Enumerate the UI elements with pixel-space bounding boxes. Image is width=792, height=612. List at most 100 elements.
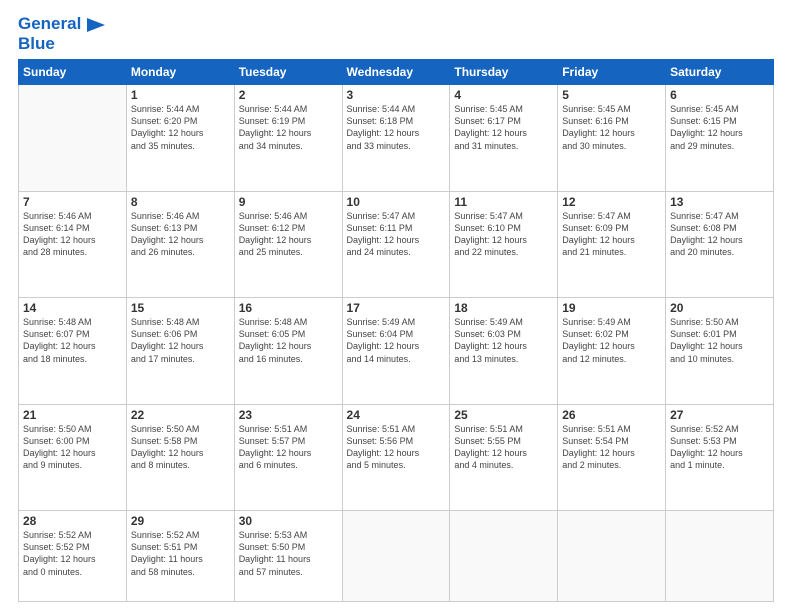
calendar-cell: 11Sunrise: 5:47 AM Sunset: 6:10 PM Dayli… (450, 191, 558, 298)
weekday-header-tuesday: Tuesday (234, 60, 342, 85)
calendar-cell: 16Sunrise: 5:48 AM Sunset: 6:05 PM Dayli… (234, 298, 342, 405)
weekday-header-friday: Friday (558, 60, 666, 85)
calendar-cell: 29Sunrise: 5:52 AM Sunset: 5:51 PM Dayli… (126, 511, 234, 602)
day-info: Sunrise: 5:50 AM Sunset: 5:58 PM Dayligh… (131, 423, 230, 472)
calendar-cell: 30Sunrise: 5:53 AM Sunset: 5:50 PM Dayli… (234, 511, 342, 602)
day-info: Sunrise: 5:44 AM Sunset: 6:20 PM Dayligh… (131, 103, 230, 152)
calendar-cell (342, 511, 450, 602)
day-info: Sunrise: 5:52 AM Sunset: 5:51 PM Dayligh… (131, 529, 230, 578)
calendar-cell: 8Sunrise: 5:46 AM Sunset: 6:13 PM Daylig… (126, 191, 234, 298)
day-number: 2 (239, 88, 338, 102)
weekday-header-sunday: Sunday (19, 60, 127, 85)
calendar-cell: 2Sunrise: 5:44 AM Sunset: 6:19 PM Daylig… (234, 85, 342, 192)
calendar-cell: 21Sunrise: 5:50 AM Sunset: 6:00 PM Dayli… (19, 404, 127, 511)
day-number: 20 (670, 301, 769, 315)
calendar-cell: 9Sunrise: 5:46 AM Sunset: 6:12 PM Daylig… (234, 191, 342, 298)
logo: General Blue (18, 14, 105, 53)
day-info: Sunrise: 5:47 AM Sunset: 6:09 PM Dayligh… (562, 210, 661, 259)
calendar-cell: 1Sunrise: 5:44 AM Sunset: 6:20 PM Daylig… (126, 85, 234, 192)
calendar-week-1: 1Sunrise: 5:44 AM Sunset: 6:20 PM Daylig… (19, 85, 774, 192)
calendar-week-5: 28Sunrise: 5:52 AM Sunset: 5:52 PM Dayli… (19, 511, 774, 602)
day-number: 8 (131, 195, 230, 209)
day-number: 19 (562, 301, 661, 315)
calendar-cell: 25Sunrise: 5:51 AM Sunset: 5:55 PM Dayli… (450, 404, 558, 511)
day-info: Sunrise: 5:51 AM Sunset: 5:54 PM Dayligh… (562, 423, 661, 472)
day-number: 26 (562, 408, 661, 422)
calendar-cell: 4Sunrise: 5:45 AM Sunset: 6:17 PM Daylig… (450, 85, 558, 192)
day-info: Sunrise: 5:48 AM Sunset: 6:05 PM Dayligh… (239, 316, 338, 365)
weekday-header-wednesday: Wednesday (342, 60, 450, 85)
calendar-cell: 12Sunrise: 5:47 AM Sunset: 6:09 PM Dayli… (558, 191, 666, 298)
day-info: Sunrise: 5:49 AM Sunset: 6:03 PM Dayligh… (454, 316, 553, 365)
day-number: 17 (347, 301, 446, 315)
day-info: Sunrise: 5:47 AM Sunset: 6:08 PM Dayligh… (670, 210, 769, 259)
day-number: 11 (454, 195, 553, 209)
day-number: 25 (454, 408, 553, 422)
calendar-cell (558, 511, 666, 602)
day-info: Sunrise: 5:49 AM Sunset: 6:02 PM Dayligh… (562, 316, 661, 365)
weekday-header-monday: Monday (126, 60, 234, 85)
day-info: Sunrise: 5:44 AM Sunset: 6:18 PM Dayligh… (347, 103, 446, 152)
day-number: 13 (670, 195, 769, 209)
day-number: 21 (23, 408, 122, 422)
calendar-cell: 17Sunrise: 5:49 AM Sunset: 6:04 PM Dayli… (342, 298, 450, 405)
day-info: Sunrise: 5:45 AM Sunset: 6:15 PM Dayligh… (670, 103, 769, 152)
calendar-cell: 14Sunrise: 5:48 AM Sunset: 6:07 PM Dayli… (19, 298, 127, 405)
day-info: Sunrise: 5:50 AM Sunset: 6:00 PM Dayligh… (23, 423, 122, 472)
day-number: 15 (131, 301, 230, 315)
calendar-week-3: 14Sunrise: 5:48 AM Sunset: 6:07 PM Dayli… (19, 298, 774, 405)
day-number: 23 (239, 408, 338, 422)
day-number: 6 (670, 88, 769, 102)
day-number: 29 (131, 514, 230, 528)
day-info: Sunrise: 5:46 AM Sunset: 6:14 PM Dayligh… (23, 210, 122, 259)
calendar-header-row: SundayMondayTuesdayWednesdayThursdayFrid… (19, 60, 774, 85)
weekday-header-saturday: Saturday (666, 60, 774, 85)
page: General Blue SundayMondayTuesdayWednesda… (0, 0, 792, 612)
calendar-cell: 20Sunrise: 5:50 AM Sunset: 6:01 PM Dayli… (666, 298, 774, 405)
day-number: 27 (670, 408, 769, 422)
calendar-week-2: 7Sunrise: 5:46 AM Sunset: 6:14 PM Daylig… (19, 191, 774, 298)
day-info: Sunrise: 5:46 AM Sunset: 6:13 PM Dayligh… (131, 210, 230, 259)
calendar-cell (666, 511, 774, 602)
day-number: 24 (347, 408, 446, 422)
calendar-cell: 3Sunrise: 5:44 AM Sunset: 6:18 PM Daylig… (342, 85, 450, 192)
day-info: Sunrise: 5:47 AM Sunset: 6:10 PM Dayligh… (454, 210, 553, 259)
day-info: Sunrise: 5:49 AM Sunset: 6:04 PM Dayligh… (347, 316, 446, 365)
day-number: 5 (562, 88, 661, 102)
day-info: Sunrise: 5:48 AM Sunset: 6:07 PM Dayligh… (23, 316, 122, 365)
calendar-cell: 5Sunrise: 5:45 AM Sunset: 6:16 PM Daylig… (558, 85, 666, 192)
day-info: Sunrise: 5:44 AM Sunset: 6:19 PM Dayligh… (239, 103, 338, 152)
calendar-body: 1Sunrise: 5:44 AM Sunset: 6:20 PM Daylig… (19, 85, 774, 602)
day-number: 22 (131, 408, 230, 422)
calendar-cell: 18Sunrise: 5:49 AM Sunset: 6:03 PM Dayli… (450, 298, 558, 405)
calendar-cell: 10Sunrise: 5:47 AM Sunset: 6:11 PM Dayli… (342, 191, 450, 298)
day-number: 28 (23, 514, 122, 528)
header: General Blue (18, 10, 774, 53)
day-info: Sunrise: 5:51 AM Sunset: 5:55 PM Dayligh… (454, 423, 553, 472)
day-info: Sunrise: 5:52 AM Sunset: 5:53 PM Dayligh… (670, 423, 769, 472)
calendar-cell: 26Sunrise: 5:51 AM Sunset: 5:54 PM Dayli… (558, 404, 666, 511)
day-info: Sunrise: 5:45 AM Sunset: 6:16 PM Dayligh… (562, 103, 661, 152)
calendar-table: SundayMondayTuesdayWednesdayThursdayFrid… (18, 59, 774, 602)
calendar-cell: 27Sunrise: 5:52 AM Sunset: 5:53 PM Dayli… (666, 404, 774, 511)
logo-text: General Blue (18, 14, 105, 53)
day-info: Sunrise: 5:50 AM Sunset: 6:01 PM Dayligh… (670, 316, 769, 365)
day-info: Sunrise: 5:51 AM Sunset: 5:56 PM Dayligh… (347, 423, 446, 472)
day-number: 30 (239, 514, 338, 528)
day-number: 9 (239, 195, 338, 209)
calendar-cell (450, 511, 558, 602)
day-info: Sunrise: 5:45 AM Sunset: 6:17 PM Dayligh… (454, 103, 553, 152)
day-number: 14 (23, 301, 122, 315)
day-number: 7 (23, 195, 122, 209)
calendar-cell: 24Sunrise: 5:51 AM Sunset: 5:56 PM Dayli… (342, 404, 450, 511)
day-number: 18 (454, 301, 553, 315)
day-info: Sunrise: 5:48 AM Sunset: 6:06 PM Dayligh… (131, 316, 230, 365)
day-number: 12 (562, 195, 661, 209)
day-number: 10 (347, 195, 446, 209)
day-number: 16 (239, 301, 338, 315)
calendar-cell: 15Sunrise: 5:48 AM Sunset: 6:06 PM Dayli… (126, 298, 234, 405)
day-info: Sunrise: 5:51 AM Sunset: 5:57 PM Dayligh… (239, 423, 338, 472)
calendar-cell: 7Sunrise: 5:46 AM Sunset: 6:14 PM Daylig… (19, 191, 127, 298)
calendar-cell: 22Sunrise: 5:50 AM Sunset: 5:58 PM Dayli… (126, 404, 234, 511)
calendar-cell: 23Sunrise: 5:51 AM Sunset: 5:57 PM Dayli… (234, 404, 342, 511)
